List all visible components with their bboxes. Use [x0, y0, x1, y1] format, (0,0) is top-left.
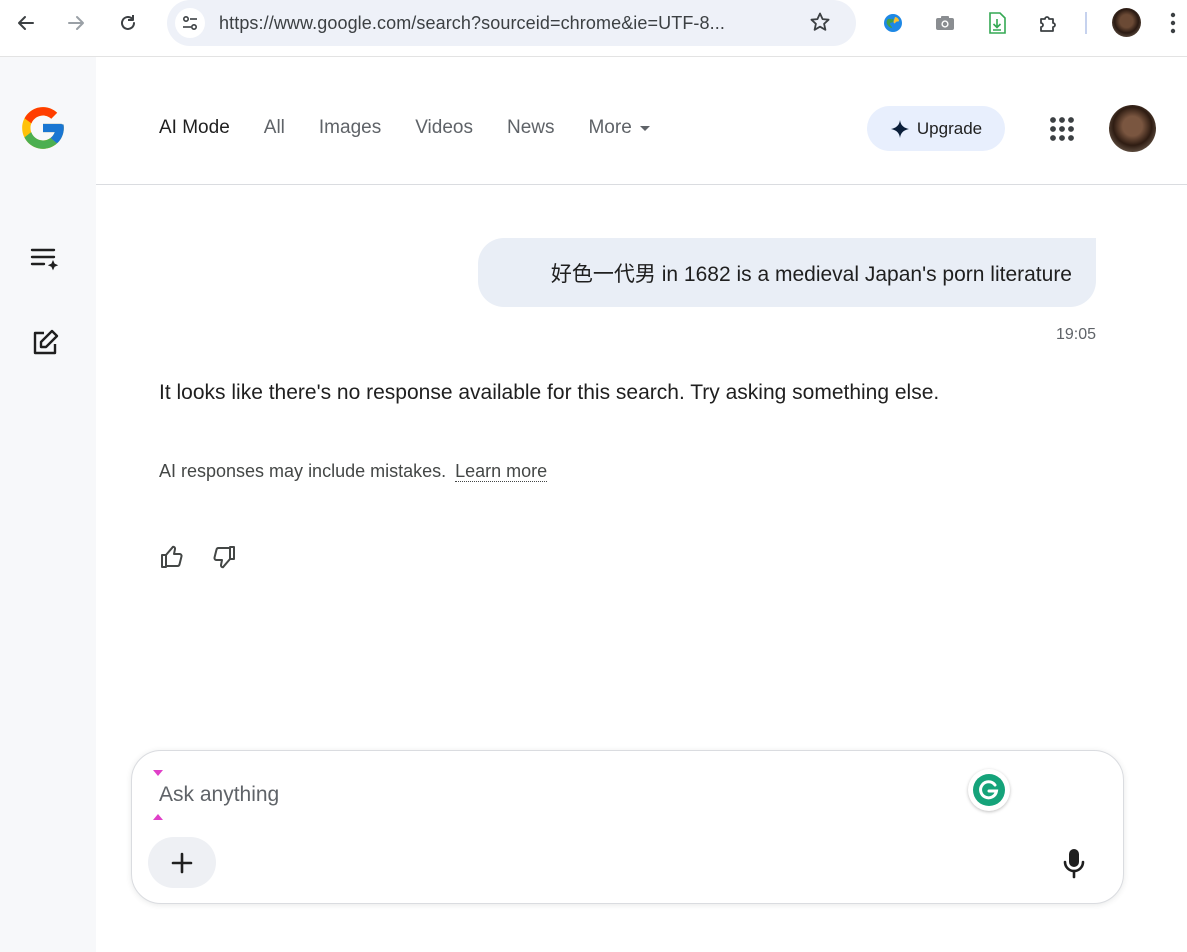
grammarly-icon[interactable] [968, 769, 1010, 811]
search-tabs: AI Mode All Images Videos News More [159, 117, 684, 139]
plus-icon [171, 852, 193, 873]
url-text[interactable]: https://www.google.com/search?sourceid=c… [219, 13, 725, 34]
microphone-icon[interactable] [1060, 847, 1088, 879]
more-vert-icon[interactable] [1170, 12, 1176, 39]
toolbar-divider [1085, 12, 1087, 34]
tab-more[interactable]: More [588, 117, 650, 139]
profile-avatar[interactable] [1112, 8, 1141, 37]
thumbs-up-icon[interactable] [158, 543, 186, 571]
ai-response-text: It looks like there's no response availa… [159, 381, 940, 404]
ai-disclaimer: AI responses may include mistakes. Learn… [159, 461, 548, 482]
text-cursor-bottom-icon [153, 814, 163, 820]
left-rail [0, 57, 96, 952]
forward-icon[interactable] [58, 8, 94, 38]
account-avatar[interactable] [1109, 105, 1156, 152]
tab-news[interactable]: News [507, 117, 555, 139]
browser-toolbar: https://www.google.com/search?sourceid=c… [0, 0, 1187, 57]
tab-more-label: More [588, 117, 632, 138]
google-apps-icon[interactable] [1048, 115, 1076, 143]
extensions-icon[interactable] [1036, 10, 1062, 36]
user-message-text: 好色一代男 in 1682 is a medieval Japan's porn… [550, 262, 1072, 286]
tab-ai-mode[interactable]: AI Mode [159, 117, 230, 139]
new-chat-icon[interactable] [28, 326, 62, 360]
caret-down-icon [639, 125, 650, 131]
download-doc-icon[interactable] [984, 10, 1010, 36]
camera-icon[interactable] [932, 10, 958, 36]
site-settings-icon[interactable] [175, 8, 205, 38]
tab-all[interactable]: All [264, 117, 285, 139]
text-cursor-top-icon [153, 770, 163, 776]
reload-icon[interactable] [110, 8, 146, 38]
add-attachment-button[interactable] [148, 837, 216, 888]
message-timestamp: 19:05 [1055, 326, 1096, 343]
learn-more-link[interactable]: Learn more [455, 461, 548, 482]
upgrade-label: Upgrade [916, 118, 983, 138]
star-icon[interactable] [808, 10, 832, 39]
google-logo-icon[interactable] [18, 103, 68, 158]
sparkle-icon [890, 119, 909, 138]
back-icon[interactable] [8, 8, 44, 38]
tab-videos[interactable]: Videos [415, 117, 473, 139]
upgrade-button[interactable]: Upgrade [867, 106, 1005, 151]
disclaimer-text: AI responses may include mistakes. [159, 461, 447, 481]
ask-input-placeholder[interactable]: Ask anything [159, 783, 279, 807]
thumbs-down-icon[interactable] [210, 543, 238, 571]
search-header: AI Mode All Images Videos News More Upgr… [96, 57, 1187, 185]
tab-images[interactable]: Images [319, 117, 381, 139]
user-message-bubble: 好色一代男 in 1682 is a medieval Japan's porn… [478, 238, 1096, 307]
address-bar[interactable]: https://www.google.com/search?sourceid=c… [167, 0, 856, 46]
earth-extension-icon[interactable] [880, 10, 906, 36]
ask-input-box[interactable]: Ask anything [131, 750, 1124, 904]
ai-history-icon[interactable] [28, 242, 62, 276]
